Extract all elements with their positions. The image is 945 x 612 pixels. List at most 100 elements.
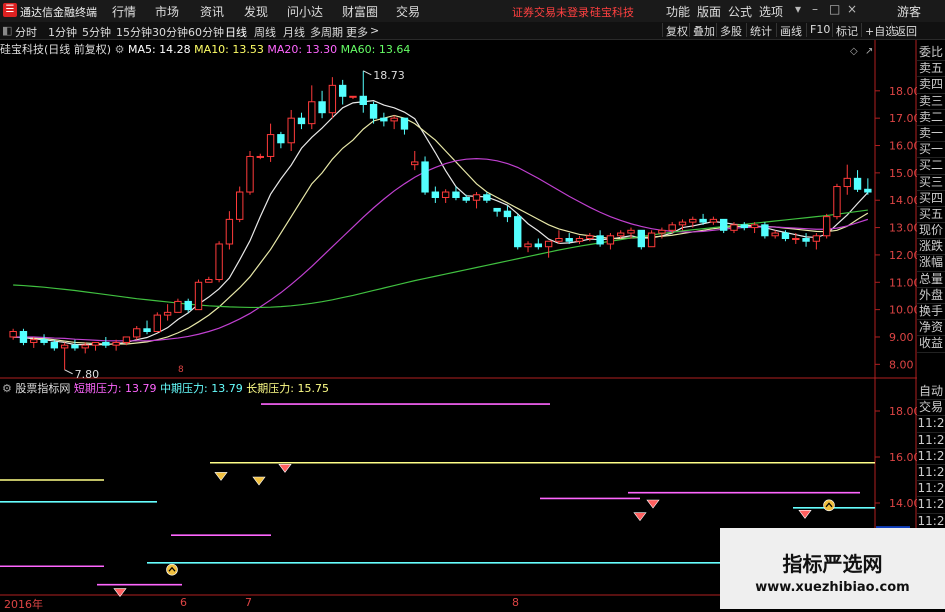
menu-discover[interactable]: 发现 [244,3,268,20]
btn-adjust[interactable]: 复权 [662,23,691,38]
app-logo-icon: ☰ [3,3,17,17]
candle-up [678,221,687,226]
period-15min[interactable]: 15分钟 [116,24,152,40]
period-daily[interactable]: 日线 [225,24,247,40]
candle-down [514,216,522,248]
candle-up [225,218,234,245]
candle-up [174,300,182,313]
candle-down [297,117,306,125]
candle-up [308,101,316,125]
toolbar-collapse-icon[interactable]: ◧ [2,24,12,37]
period-monthly[interactable]: 月线 [283,24,305,40]
candle-down [277,134,285,144]
low-pointer [64,369,73,375]
period-weekly[interactable]: 周线 [254,24,276,40]
sell-signal-marker [252,476,266,486]
watermark-banner: 指标严选网 www.xuezhibiao.com [720,528,945,609]
candle-up [9,331,17,338]
watermark-text: 指标严选网 [782,552,883,576]
y-tick-label: 10.00 [889,304,917,317]
candle-down [318,101,326,114]
guest-login[interactable]: 游客 [897,3,921,20]
btn-back[interactable]: 返回 [891,23,920,38]
candle-up [627,229,635,234]
btn-overlay[interactable]: 叠加 [689,23,718,38]
candle-up [771,232,779,237]
candle-down [740,224,748,229]
menu-wenxiaoda[interactable]: 问小达 [287,3,323,20]
btn-f10[interactable]: F10 [806,23,833,37]
menu-market[interactable]: 市场 [155,3,179,20]
menu-formula[interactable]: 公式 [728,3,752,20]
candle-up [647,232,656,248]
period-more[interactable]: 更多 [346,24,368,40]
candle-down [143,328,151,333]
stock-title: 硅宝科技(日线 前复权) [0,43,112,56]
candle-up [617,232,625,237]
maximize-icon[interactable]: □ [829,2,840,16]
candle-up [194,281,203,311]
btn-mark[interactable]: 标记 [832,23,861,38]
dropdown-icon[interactable]: ▾ [795,2,801,16]
side-item: 换手 [917,304,945,321]
side-item: 11:2 [917,433,945,449]
long-pressure-label: 长期压力: 15.75 [246,382,329,395]
candle-up [163,311,172,316]
period-60min[interactable]: 60分钟 [188,24,224,40]
candle-down [503,210,512,218]
btn-stats[interactable]: 统计 [746,23,775,38]
menu-wealth-circle[interactable]: 财富圈 [342,3,378,20]
kline-chart[interactable]: ◇↗ 18.737.80 18.0017.0016.0015.0014.0013… [0,40,917,609]
btn-draw-line[interactable]: 画线 [776,23,805,38]
y-tick-label: 17.00 [889,112,917,125]
ma60-line [13,209,868,309]
menu-options[interactable]: 选项 [759,3,783,20]
menu-news[interactable]: 资讯 [200,3,224,20]
candle-down [493,207,501,212]
trade-login-alert[interactable]: 证券交易未登录 [512,4,589,20]
side-item: 涨幅 [917,255,945,272]
candle-up [153,314,162,333]
candle-down [380,117,388,122]
candle-down [40,339,48,343]
candle-down [19,331,28,343]
side-item: 买三 [917,175,945,191]
ma5-line [13,100,869,346]
btn-multi-stock[interactable]: 多股 [716,23,745,38]
period-30min[interactable]: 30分钟 [152,24,188,40]
watermark-url: www.xuezhibiao.com [755,580,910,595]
period-timeshare[interactable]: 分时 [15,24,37,40]
menu-quotes[interactable]: 行情 [112,3,136,20]
y-tick-label: 9.00 [889,331,914,344]
high-price-label: 18.73 [373,69,405,82]
candle-up [689,218,697,223]
candle-up [215,243,223,281]
ma20-line [13,158,869,342]
sell-signal-marker [214,472,228,481]
period-1min[interactable]: 1分钟 [48,24,77,40]
period-5min[interactable]: 5分钟 [82,24,111,40]
candle-down [359,95,367,105]
minimize-icon[interactable]: – [812,2,818,16]
y-tick-label: 18.00 [889,85,917,98]
period-multi[interactable]: 多周期 [310,24,343,40]
menu-layout[interactable]: 版面 [697,3,721,20]
buy-signal-marker [166,563,178,576]
side-item: 卖二 [917,110,945,126]
sub-settings-gear-icon[interactable]: ⚙ [2,382,15,395]
main-y-axis: 18.00 17.00 16.00 15.00 14.00 13.00 12.00 11.00… [875,85,917,371]
candle-up [472,194,481,201]
more-arrow-icon[interactable]: > [370,24,379,37]
x-label-jul: 7 [245,596,252,609]
candle-up [133,328,141,338]
side-item: 卖一 [917,126,945,143]
quote-side-panel: 委比 卖五 卖四 卖三 卖二 卖一 买一 买二 买三 买四 买五 现价 涨跌 涨幅 总量 外盘 换手 净资 收益 [917,45,945,353]
side-item: 净资 [917,320,945,337]
close-icon[interactable]: × [847,2,857,16]
menu-trade[interactable]: 交易 [396,3,420,20]
menu-function[interactable]: 功能 [666,3,690,20]
moving-average-lines [13,100,869,346]
candlestick-series: 18.73 7.80 [9,69,872,381]
candle-down [338,84,347,97]
settings-gear-icon[interactable]: ⚙ [115,43,128,56]
